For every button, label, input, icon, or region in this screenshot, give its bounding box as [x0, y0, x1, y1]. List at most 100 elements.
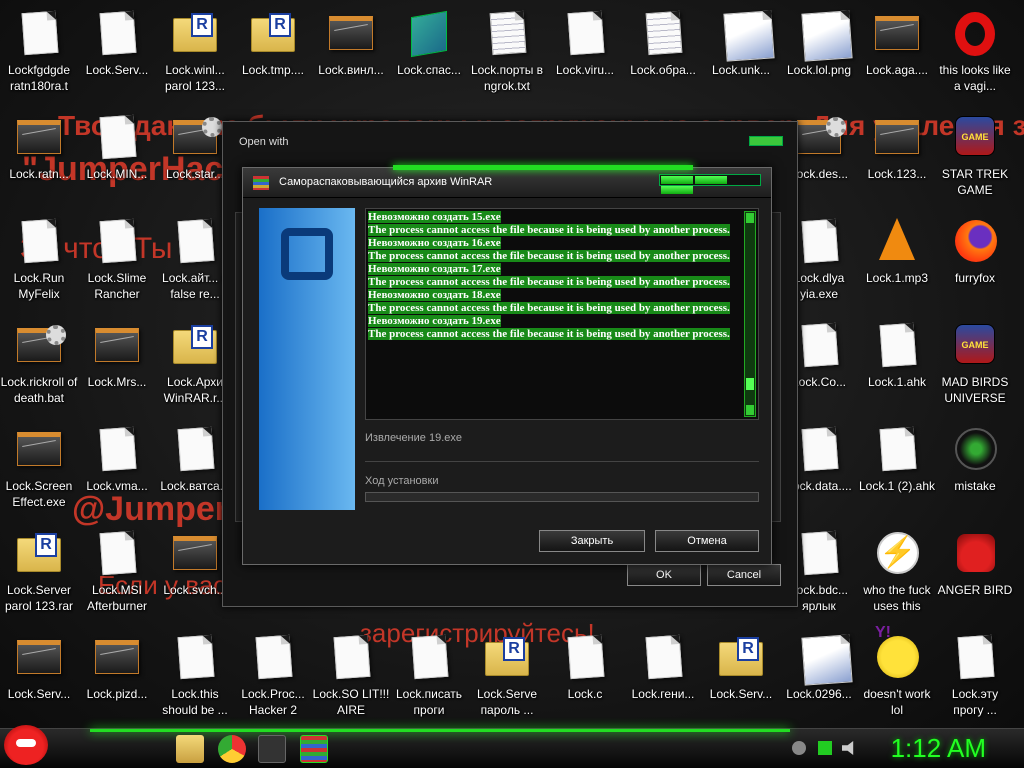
open-with-ok-button[interactable]: OK	[627, 564, 701, 586]
desktop-icon-label: Lock.1.mp3	[865, 271, 929, 285]
log-line-text: Невозможно создать 18.exe	[368, 289, 501, 301]
desktop-icon[interactable]: Lock.1.mp3	[858, 212, 936, 316]
desktop-icon-label: Lock.winl... parol 123...	[164, 63, 226, 93]
desktop-icon[interactable]: Lock.Run MyFelix	[0, 212, 78, 316]
desktop-icon[interactable]: this looks like a vagi...	[936, 4, 1014, 108]
desktop-icon[interactable]: GAME STAR TREK GAME	[936, 108, 1014, 212]
open-with-close-button[interactable]	[749, 136, 783, 146]
desktop-icon[interactable]: Lock.Serv...	[0, 628, 78, 728]
sfx-cancel-button[interactable]: Отмена	[655, 530, 759, 552]
chrome-icon[interactable]	[218, 735, 246, 763]
desktop-icon-label: Lock.1.ahk	[867, 375, 927, 389]
desktop-icon[interactable]: Lock.винл...	[312, 4, 390, 108]
desktop-icon-label: MAD BIRDS UNIVERSE	[941, 375, 1009, 405]
open-with-cancel-button[interactable]: Cancel	[707, 564, 781, 586]
desktop-icon-label: Lock.гени...	[631, 687, 695, 701]
scroll-thumb[interactable]	[746, 378, 754, 390]
desktop-icon-label: Lock.lol.png	[786, 63, 852, 77]
desktop-icon[interactable]: Lock.0296...	[780, 628, 858, 728]
program-window-icon	[327, 10, 375, 58]
desktop-icon[interactable]: ⚡ who the fuck uses this	[858, 524, 936, 628]
desktop-icon[interactable]: R Lock.Serve пароль ...	[468, 628, 546, 728]
desktop-icon[interactable]: Lock.Screen Effect.exe	[0, 420, 78, 524]
volume-icon[interactable]	[842, 741, 854, 755]
document-icon	[15, 10, 63, 58]
desktop-icon[interactable]: Lockfgdgde ratn180ra.t	[0, 4, 78, 108]
desktop-icon[interactable]: Lock.pizd...	[78, 628, 156, 728]
desktop-icon-label: Lock.rickroll of death.bat	[0, 375, 78, 405]
desktop-icon[interactable]: Lock.c	[546, 628, 624, 728]
desktop-icon[interactable]: R Lock.winl... parol 123...	[156, 4, 234, 108]
desktop-icon-label: doesn't work lol	[863, 687, 931, 717]
desktop-icon[interactable]: Lock.1.ahk	[858, 316, 936, 420]
desktop-icon[interactable]: R Lock.Server parol 123.rar	[0, 524, 78, 628]
desktop-icon-label: Lock.Run MyFelix	[13, 271, 65, 301]
desktop-icon[interactable]: Lock.MSI Afterburner	[78, 524, 156, 628]
desktop-icon-label: Lock.ratn...	[9, 167, 69, 181]
game-icon: GAME	[951, 322, 999, 370]
desktop-icon[interactable]: Lock.123...	[858, 108, 936, 212]
desktop-icon[interactable]: Lock.Proc... Hacker 2	[234, 628, 312, 728]
minimize-icon[interactable]	[661, 176, 693, 184]
desktop-icon[interactable]: Lock.1 (2).ahk	[858, 420, 936, 524]
desktop-icon[interactable]: Lock.гени...	[624, 628, 702, 728]
image-file-icon	[717, 10, 775, 62]
desktop-icon[interactable]: Lock.lol.png	[780, 4, 858, 108]
window-controls[interactable]	[659, 174, 761, 194]
start-button-angry-bird-icon[interactable]	[4, 725, 48, 765]
desktop-icon-label: Lock.Proc... Hacker 2	[241, 687, 305, 717]
desktop-icon[interactable]: Lock.Slime Rancher	[78, 212, 156, 316]
extraction-log[interactable]: Невозможно создать 15.exe The process can…	[365, 208, 759, 420]
log-scrollbar[interactable]	[744, 211, 756, 417]
desktop-icon-label: mistake	[954, 479, 996, 493]
desktop-icon[interactable]: Lock.Serv...	[78, 4, 156, 108]
desktop-icon[interactable]: Lock.эту прогу ...	[936, 628, 1014, 728]
orb-icon	[951, 426, 999, 474]
desktop-icon[interactable]: Lock.спас...	[390, 4, 468, 108]
sfx-title-bar[interactable]: Самораспаковывающийся архив WinRAR	[243, 168, 771, 198]
desktop-icon[interactable]: Lock.rickroll of death.bat	[0, 316, 78, 420]
desktop-icon[interactable]: doesn't work lol	[858, 624, 936, 728]
desktop-icon[interactable]: furryfox	[936, 212, 1014, 316]
scroll-down-icon[interactable]	[746, 405, 754, 415]
program-window-icon	[93, 634, 141, 682]
log-line: Невозможно создать 15.exe	[368, 211, 744, 224]
document-icon	[561, 10, 609, 58]
desktop-icon-label: Lock.unk...	[711, 63, 771, 77]
close-icon[interactable]	[661, 186, 693, 194]
desktop-icon[interactable]: R Lock.tmp....	[234, 4, 312, 108]
clock[interactable]: 1:12 AM	[891, 733, 986, 764]
task-open-with-icon[interactable]	[258, 735, 286, 763]
desktop-icon[interactable]: R Lock.Serv...	[702, 628, 780, 728]
desktop-icon[interactable]: GAME MAD BIRDS UNIVERSE	[936, 316, 1014, 420]
desktop-icon[interactable]: Lock.aga....	[858, 4, 936, 108]
desktop-icon[interactable]: Lock.писать проги	[390, 628, 468, 728]
desktop-icon[interactable]: ANGER BIRD	[936, 524, 1014, 628]
network-icon[interactable]	[818, 741, 832, 755]
desktop-icon[interactable]: Lock.SO LIT!!! AIRE	[312, 628, 390, 728]
explorer-icon[interactable]	[176, 735, 204, 763]
taskbar[interactable]: 1:12 AM	[0, 725, 1024, 768]
rar-archive-icon: R	[249, 10, 297, 58]
desktop-icon[interactable]: mistake	[936, 420, 1014, 524]
desktop-icon-label: Lock.123...	[867, 167, 927, 181]
tray-arrow-icon[interactable]	[792, 741, 806, 755]
maximize-icon[interactable]	[695, 176, 727, 184]
desktop-icon-label: Lock.Slime Rancher	[87, 271, 147, 301]
task-winrar-icon[interactable]	[300, 735, 328, 763]
desktop-icon-label: Lock.Serv...	[7, 687, 71, 701]
scroll-up-icon[interactable]	[746, 213, 754, 223]
desktop-icon[interactable]: Lock.Mrs...	[78, 316, 156, 420]
desktop-icon[interactable]: Lock.ratn...	[0, 108, 78, 212]
desktop-icon[interactable]: Lock.обра...	[624, 4, 702, 108]
winrar-sfx-dialog[interactable]: Самораспаковывающийся архив WinRAR Невоз…	[242, 165, 772, 565]
desktop-icon[interactable]: Lock.порты в ngrok.txt	[468, 4, 546, 108]
desktop-icon[interactable]: Lock.viru...	[546, 4, 624, 108]
desktop-icon[interactable]: Lock.MIN...	[78, 108, 156, 212]
desktop-icon[interactable]: Lock.unk...	[702, 4, 780, 108]
document-icon	[93, 530, 141, 578]
desktop-icon[interactable]: Lock.vma...	[78, 420, 156, 524]
desktop-icon-label: STAR TREK GAME	[941, 167, 1009, 197]
sfx-close-button[interactable]: Закрыть	[539, 530, 645, 552]
desktop-icon[interactable]: Lock.this should be ...	[156, 628, 234, 728]
